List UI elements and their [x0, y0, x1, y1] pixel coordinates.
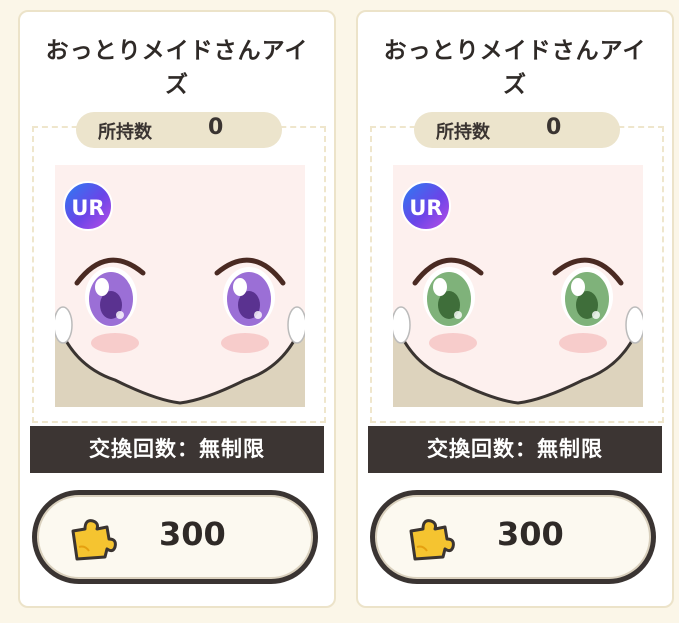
exchange-button-face[interactable]: 300	[37, 495, 313, 579]
owned-count-pill: 所持数 0	[414, 112, 620, 148]
item-title: おっとりメイドさんアイズ	[383, 38, 647, 98]
owned-count: 0	[546, 115, 562, 140]
puzzle-piece-icon	[69, 517, 117, 565]
eyes-preview-image: UR	[393, 165, 643, 407]
item-card[interactable]: おっとりメイドさんアイズ 所持数 0 UR 交換回数：無制限 300	[18, 10, 336, 608]
exchange-button[interactable]: 300	[370, 490, 656, 584]
owned-label: 所持数	[98, 122, 152, 143]
price-value: 300	[159, 515, 226, 553]
item-title: おっとりメイドさんアイズ	[45, 38, 309, 98]
owned-count: 0	[208, 115, 224, 140]
eyes-preview-image: UR	[55, 165, 305, 407]
puzzle-piece-icon	[407, 517, 455, 565]
exchange-button[interactable]: 300	[32, 490, 318, 584]
item-card[interactable]: おっとりメイドさんアイズ 所持数 0 UR 交換回数：無制限 300	[356, 10, 674, 608]
exchange-button-face[interactable]: 300	[375, 495, 651, 579]
price-value: 300	[497, 515, 564, 553]
owned-count-pill: 所持数 0	[76, 112, 282, 148]
rarity-badge: UR	[63, 181, 113, 231]
exchange-limit-banner: 交換回数：無制限	[368, 426, 662, 473]
rarity-badge: UR	[401, 181, 451, 231]
exchange-limit-banner: 交換回数：無制限	[30, 426, 324, 473]
owned-label: 所持数	[436, 122, 490, 143]
